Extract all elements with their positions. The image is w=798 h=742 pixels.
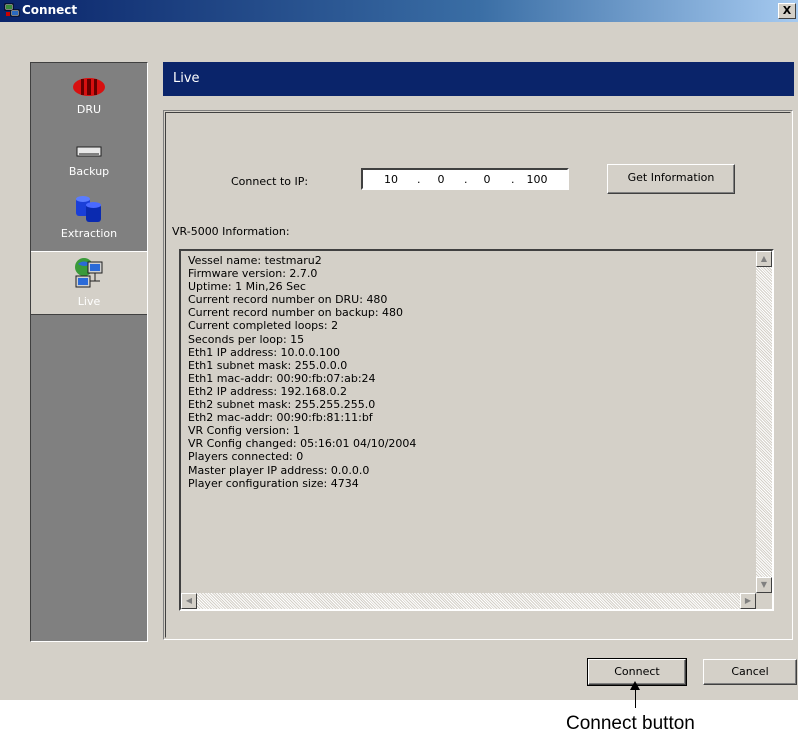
info-line: Eth2 IP address: 192.168.0.2 <box>188 384 348 398</box>
ip-octet-1[interactable]: 10 <box>377 173 405 186</box>
sidebar-item-dru[interactable]: DRU <box>31 77 147 127</box>
info-line: VR Config version: 1 <box>188 424 300 438</box>
section-title: Live <box>173 71 200 86</box>
sidebar-item-label: Extraction <box>60 227 118 240</box>
ip-address-field[interactable]: 10 . 0 . 0 . 100 <box>361 168 569 190</box>
info-line: Player configuration size: 4734 <box>188 476 359 490</box>
info-label: VR-5000 Information: <box>172 225 290 238</box>
sidebar-item-label: Live <box>77 295 101 308</box>
dru-icon <box>73 78 105 96</box>
info-line: Eth2 subnet mask: 255.255.255.0 <box>188 398 376 412</box>
info-line: Eth2 mac-addr: 00:90:fb:81:11:bf <box>188 411 373 425</box>
info-line: Current record number on backup: 480 <box>188 306 404 320</box>
ip-octet-2[interactable]: 0 <box>427 173 455 186</box>
ip-octet-3[interactable]: 0 <box>473 173 501 186</box>
database-icon <box>76 196 101 222</box>
info-line: Eth1 IP address: 10.0.0.100 <box>188 345 341 359</box>
sidebar-item-extraction[interactable]: Extraction <box>31 194 147 248</box>
info-line: Vessel name: testmaru2 <box>188 254 322 267</box>
info-lines: Vessel name: testmaru2 Firmware version: … <box>188 254 416 490</box>
connect-window: Connect X DRU Backup Extraction Live Liv… <box>0 0 798 700</box>
section-header: Live <box>163 62 794 96</box>
vertical-scrollbar[interactable]: ▲ ▼ <box>756 251 772 593</box>
scroll-down-icon[interactable]: ▼ <box>756 577 772 593</box>
cancel-button[interactable]: Cancel <box>703 659 797 685</box>
scroll-right-icon[interactable]: ▶ <box>740 593 756 609</box>
sidebar: DRU Backup Extraction Live <box>30 62 148 642</box>
info-line: Firmware version: 2.7.0 <box>188 267 318 281</box>
annotation-caption: Connect button <box>566 713 695 734</box>
info-line: Master player IP address: 0.0.0.0 <box>188 463 370 477</box>
sidebar-item-label: Backup <box>68 165 110 178</box>
info-line: Uptime: 1 Min,26 Sec <box>188 280 306 294</box>
sidebar-item-backup[interactable]: Backup <box>31 143 147 193</box>
info-textarea[interactable]: Vessel name: testmaru2 Firmware version: … <box>179 249 774 611</box>
annotation-line <box>635 688 636 708</box>
backup-drive-icon <box>76 146 102 157</box>
network-computer-icon <box>75 258 103 288</box>
info-line: Players connected: 0 <box>188 450 304 464</box>
scroll-left-icon[interactable]: ◀ <box>181 593 197 609</box>
connect-ip-label: Connect to IP: <box>231 175 309 188</box>
info-line: Eth1 mac-addr: 00:90:fb:07:ab:24 <box>188 371 376 385</box>
scroll-up-icon[interactable]: ▲ <box>756 251 772 267</box>
app-icon <box>4 3 20 17</box>
ip-octet-4[interactable]: 100 <box>523 173 551 186</box>
close-button[interactable]: X <box>778 3 796 19</box>
info-line: VR Config changed: 05:16:01 04/10/2004 <box>188 437 417 451</box>
get-information-button[interactable]: Get Information <box>607 164 735 194</box>
info-line: Seconds per loop: 15 <box>188 332 305 346</box>
info-line: Eth1 subnet mask: 255.0.0.0 <box>188 358 348 372</box>
horizontal-scrollbar[interactable]: ◀ ▶ <box>181 593 756 609</box>
title-bar[interactable]: Connect X <box>0 0 798 22</box>
sidebar-item-live[interactable]: Live <box>31 251 147 315</box>
info-line: Current record number on DRU: 480 <box>188 293 388 307</box>
info-line: Current completed loops: 2 <box>188 319 339 333</box>
window-title: Connect <box>22 3 78 17</box>
sidebar-item-label: DRU <box>76 103 102 116</box>
